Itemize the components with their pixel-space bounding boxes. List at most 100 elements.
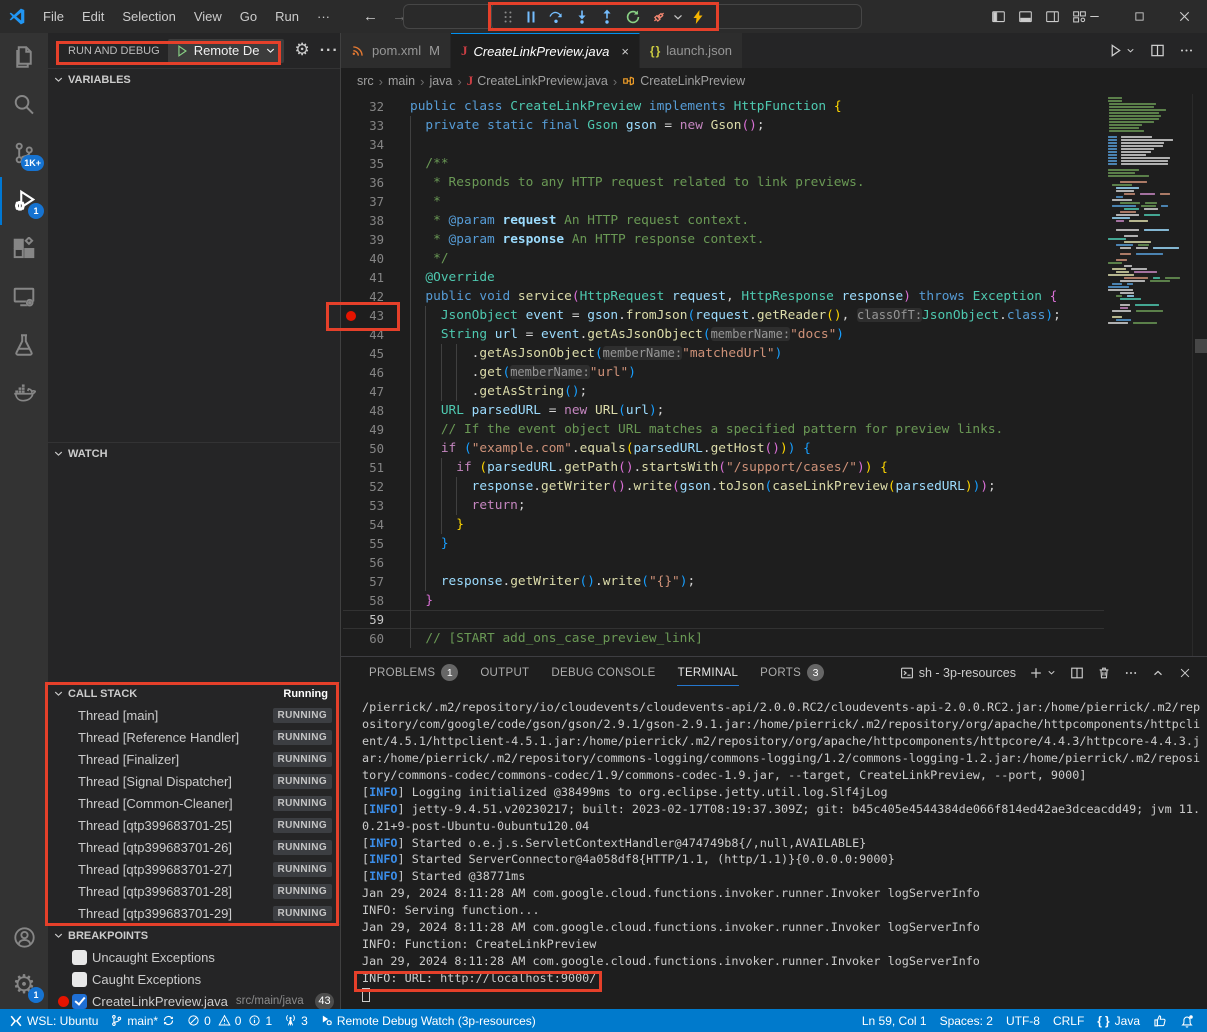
activity-accounts-icon[interactable]	[0, 913, 48, 961]
activity-docker-icon[interactable]	[0, 369, 48, 417]
thread-row[interactable]: Thread [qtp399683701-28]RUNNING	[48, 880, 340, 902]
code-line-53[interactable]: 53 return;	[341, 496, 1207, 515]
terminal-output[interactable]: /pierrick/.m2/repository/io/cloudevents/…	[362, 700, 1207, 1005]
breakpoint-checkbox[interactable]	[72, 994, 87, 1009]
code-line-36[interactable]: 36 * Responds to any HTTP request relate…	[341, 173, 1207, 192]
kill-terminal-icon[interactable]	[1097, 666, 1111, 680]
status-language[interactable]: { }Java	[1092, 1009, 1145, 1032]
watch-section-header[interactable]: WATCH	[48, 442, 340, 464]
editor-scrollbar[interactable]	[1192, 94, 1207, 656]
breakpoints-section-header[interactable]: BREAKPOINTS	[48, 924, 340, 946]
activity-search-icon[interactable]	[0, 81, 48, 129]
status-cursor-position[interactable]: Ln 59, Col 1	[857, 1009, 932, 1032]
code-line-59[interactable]: 59	[341, 610, 1207, 629]
menu-file[interactable]: File	[34, 5, 73, 28]
split-terminal-icon[interactable]	[1070, 666, 1084, 680]
run-java-button[interactable]	[1108, 43, 1136, 58]
panel-tab-terminal[interactable]: TERMINAL	[667, 657, 750, 688]
maximize-button[interactable]	[1117, 0, 1162, 33]
code-line-55[interactable]: 55 }	[341, 534, 1207, 553]
code-line-46[interactable]: 46 .get(memberName:"url")	[341, 363, 1207, 382]
status-remote[interactable]: WSL: Ubuntu	[4, 1009, 103, 1032]
restart-button[interactable]	[620, 5, 646, 29]
code-line-35[interactable]: 35 /**	[341, 154, 1207, 173]
pause-button[interactable]	[518, 5, 544, 29]
toggle-panel-icon[interactable]	[1018, 9, 1033, 24]
code-editor[interactable]: 32public class CreateLinkPreview impleme…	[341, 94, 1207, 656]
activity-settings-icon[interactable]: ⚙1	[0, 961, 48, 1009]
code-line-51[interactable]: 51 if (parsedURL.getPath().startsWith("/…	[341, 458, 1207, 477]
menu-more[interactable]: ···	[308, 5, 339, 28]
thread-row[interactable]: Thread [qtp399683701-25]RUNNING	[48, 814, 340, 836]
code-line-50[interactable]: 50 if ("example.com".equals(parsedURL.ge…	[341, 439, 1207, 458]
panel-more-actions-icon[interactable]	[1124, 666, 1138, 680]
code-line-57[interactable]: 57 response.getWriter().write("{}");	[341, 572, 1207, 591]
hot-code-replace-button[interactable]	[685, 5, 711, 29]
split-editor-icon[interactable]	[1150, 43, 1165, 58]
thread-row[interactable]: Thread [Finalizer]RUNNING	[48, 748, 340, 770]
step-out-button[interactable]	[595, 5, 621, 29]
thread-row[interactable]: Thread [Signal Dispatcher]RUNNING	[48, 770, 340, 792]
breakpoint-row[interactable]: Caught Exceptions	[48, 968, 340, 990]
tab-launch-json[interactable]: { }launch.json	[640, 33, 743, 68]
thread-row[interactable]: Thread [qtp399683701-27]RUNNING	[48, 858, 340, 880]
toggle-secondary-sidebar-icon[interactable]	[1045, 9, 1060, 24]
code-line-34[interactable]: 34	[341, 135, 1207, 154]
status-problems[interactable]: 001	[182, 1009, 277, 1032]
breakpoint-row[interactable]: Uncaught Exceptions	[48, 946, 340, 968]
code-line-45[interactable]: 45 .getAsJsonObject(memberName:"matchedU…	[341, 344, 1207, 363]
thread-row[interactable]: Thread [qtp399683701-29]RUNNING	[48, 902, 340, 924]
breakpoint-gutter-icon[interactable]	[346, 311, 356, 321]
breadcrumb[interactable]: src›main›java›JCreateLinkPreview.java›Cr…	[341, 68, 1207, 94]
tab-createlinkpreview-java[interactable]: JCreateLinkPreview.java×	[451, 33, 640, 68]
status-feedback[interactable]	[1148, 1009, 1172, 1032]
disconnect-button[interactable]	[646, 5, 672, 29]
chevron-down-button[interactable]	[671, 5, 685, 29]
breadcrumb-item[interactable]: CreateLinkPreview	[622, 74, 745, 88]
breadcrumb-item[interactable]: java	[429, 74, 452, 88]
code-line-37[interactable]: 37 *	[341, 192, 1207, 211]
code-line-54[interactable]: 54 }	[341, 515, 1207, 534]
activity-remote-explorer-icon[interactable]	[0, 273, 48, 321]
thread-row[interactable]: Thread [Common-Cleaner]RUNNING	[48, 792, 340, 814]
views-more-actions-icon[interactable]: ···	[320, 42, 339, 60]
new-terminal-button[interactable]	[1029, 666, 1057, 680]
terminal-instance-label[interactable]: sh - 3p-resources	[900, 666, 1016, 680]
code-line-52[interactable]: 52 response.getWriter().write(gson.toJso…	[341, 477, 1207, 496]
launch-configuration-dropdown[interactable]: Remote De	[168, 39, 285, 63]
code-line-42[interactable]: 42 public void service(HttpRequest reque…	[341, 287, 1207, 306]
status-debug-session[interactable]: Remote Debug Watch (3p-resources)	[315, 1009, 541, 1032]
menu-selection[interactable]: Selection	[113, 5, 184, 28]
variables-section-header[interactable]: VARIABLES	[48, 68, 340, 90]
code-line-33[interactable]: 33 private static final Gson gson = new …	[341, 116, 1207, 135]
thread-row[interactable]: Thread [Reference Handler]RUNNING	[48, 726, 340, 748]
history-back-button[interactable]: ←	[363, 8, 378, 25]
editor-more-actions-icon[interactable]	[1179, 43, 1194, 58]
code-line-38[interactable]: 38 * @param request An HTTP request cont…	[341, 211, 1207, 230]
menu-edit[interactable]: Edit	[73, 5, 113, 28]
status-indentation[interactable]: Spaces: 2	[935, 1009, 998, 1032]
code-line-41[interactable]: 41 @Override	[341, 268, 1207, 287]
panel-tab-problems[interactable]: PROBLEMS1	[358, 657, 469, 688]
call-stack-section-header[interactable]: CALL STACK Running	[48, 682, 340, 704]
breakpoint-checkbox[interactable]	[72, 950, 87, 965]
breadcrumb-item[interactable]: main	[388, 74, 415, 88]
panel-tab-debug-console[interactable]: DEBUG CONSOLE	[540, 657, 666, 688]
status-notifications[interactable]	[1175, 1009, 1199, 1032]
code-line-43[interactable]: 43 JsonObject event = gson.fromJson(requ…	[341, 306, 1207, 325]
menu-run[interactable]: Run	[266, 5, 308, 28]
toggle-sidebar-icon[interactable]	[991, 9, 1006, 24]
code-line-49[interactable]: 49 // If the event object URL matches a …	[341, 420, 1207, 439]
code-line-48[interactable]: 48 URL parsedURL = new URL(url);	[341, 401, 1207, 420]
activity-testing-icon[interactable]	[0, 321, 48, 369]
tab-close-icon[interactable]: ×	[621, 44, 629, 59]
status-ports[interactable]: 3	[279, 1009, 313, 1032]
code-line-32[interactable]: 32public class CreateLinkPreview impleme…	[341, 97, 1207, 116]
breadcrumb-item[interactable]: src	[357, 74, 374, 88]
activity-explorer-icon[interactable]	[0, 33, 48, 81]
minimize-button[interactable]	[1072, 0, 1117, 33]
menu-view[interactable]: View	[185, 5, 231, 28]
scrollbar-thumb[interactable]	[1195, 339, 1207, 353]
maximize-panel-icon[interactable]	[1151, 666, 1165, 680]
gripper-button[interactable]	[498, 5, 518, 29]
